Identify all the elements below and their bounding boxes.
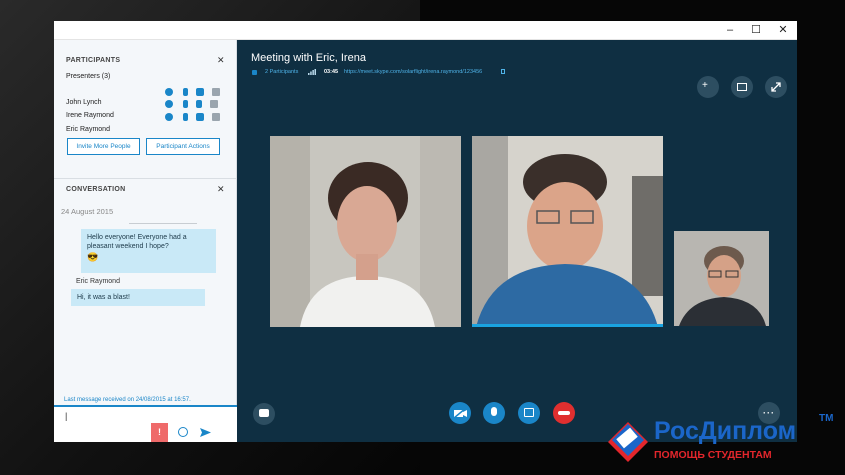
desktop: – ☐ ✕ PARTICIPANTS ✕ Presenters (3) John…: [0, 0, 845, 475]
presenters-label: Presenters (3): [66, 73, 111, 80]
participant-name[interactable]: John Lynch: [66, 99, 102, 106]
last-message-status: Last message received on 24/08/2015 at 1…: [64, 397, 191, 403]
exclamation-icon: !: [158, 427, 161, 437]
side-panel: PARTICIPANTS ✕ Presenters (3) John Lynch…: [54, 40, 237, 442]
message-text: pleasant weekend I hope?: [87, 243, 169, 250]
participant-actions-button[interactable]: Participant Actions: [146, 138, 220, 155]
title-bar: – ☐ ✕: [54, 21, 797, 40]
participants-header: PARTICIPANTS: [66, 57, 121, 64]
participant-controls-irene: [165, 113, 220, 123]
message-text: Hello everyone! Everyone had a: [87, 234, 187, 241]
message-composer: | !: [54, 405, 237, 442]
screen-share-icon[interactable]: [212, 113, 220, 121]
pause-icon[interactable]: [196, 100, 202, 108]
hang-up-button[interactable]: [553, 402, 575, 424]
signal-strength-icon: [308, 69, 316, 75]
mute-button[interactable]: [483, 402, 505, 424]
microphone-icon: [491, 407, 497, 416]
video-toggle-button[interactable]: [449, 402, 471, 424]
emoticon-icon[interactable]: [178, 427, 188, 437]
message-text: Hi, it was a blast!: [77, 294, 130, 301]
self-video: [674, 231, 769, 326]
screen-share-icon[interactable]: [212, 88, 220, 96]
sunglasses-emoji-icon: 😎: [87, 252, 99, 262]
high-importance-button[interactable]: !: [151, 423, 168, 442]
share-screen-icon: [524, 408, 534, 417]
skype-meeting-window: – ☐ ✕ PARTICIPANTS ✕ Presenters (3) John…: [54, 21, 797, 442]
expand-icon: [771, 82, 781, 92]
participant-name[interactable]: Irene Raymond: [66, 112, 114, 119]
call-timer: 03:45: [324, 69, 339, 75]
chat-bubble-icon: [259, 409, 269, 417]
video-icon[interactable]: [196, 88, 204, 96]
message-input[interactable]: |: [65, 411, 67, 421]
fullscreen-button[interactable]: [765, 76, 787, 98]
participants-icon: [252, 70, 257, 75]
video-tile-eric[interactable]: [472, 136, 663, 327]
conversation-header: CONVERSATION: [66, 186, 126, 193]
brand-tagline: ПОМОЩЬ СТУДЕНТАМ: [654, 449, 772, 461]
presenter-controls-header: [165, 88, 220, 98]
participants-count-link[interactable]: 2 Participants: [265, 69, 298, 75]
chat-icon[interactable]: [165, 100, 173, 108]
layout-button[interactable]: [731, 76, 753, 98]
meeting-title: Meeting with Eric, Irena: [251, 52, 366, 64]
diploma-logo-icon: [608, 422, 648, 462]
chat-icon[interactable]: [165, 88, 173, 96]
close-conversation-button[interactable]: ✕: [217, 184, 225, 195]
conversation-date: 24 August 2015: [61, 207, 114, 216]
copy-link-icon[interactable]: [501, 69, 505, 74]
send-icon[interactable]: [200, 428, 211, 437]
invite-more-people-button[interactable]: Invite More People: [67, 138, 140, 155]
chat-icon[interactable]: [165, 113, 173, 121]
section-divider: [54, 178, 237, 179]
video-tile-self[interactable]: [674, 231, 769, 326]
video-icon[interactable]: [196, 113, 204, 121]
participant-video: [472, 136, 663, 327]
participant-video: [270, 136, 461, 327]
mic-off-icon[interactable]: [183, 88, 188, 96]
maximize-button[interactable]: ☐: [749, 23, 763, 37]
meeting-url-link[interactable]: https://meet.skype.com/solarflight/irena…: [344, 69, 482, 75]
share-button[interactable]: [518, 402, 540, 424]
brand-name: РосДиплом: [654, 417, 797, 445]
screen-share-icon[interactable]: [210, 100, 218, 108]
video-off-icon: [454, 408, 467, 418]
close-button[interactable]: ✕: [776, 23, 790, 37]
mic-off-icon[interactable]: [183, 100, 188, 108]
chat-button[interactable]: [253, 403, 275, 425]
message-sender: Eric Raymond: [76, 278, 120, 285]
add-person-icon: +: [702, 80, 708, 91]
layout-icon: [737, 83, 747, 91]
video-tile-irena[interactable]: [270, 136, 461, 327]
message-bubble-incoming: Hello everyone! Everyone had a pleasant …: [81, 229, 216, 273]
date-separator: [129, 223, 197, 224]
end-call-icon: [558, 411, 570, 415]
trademark: TM: [819, 413, 834, 424]
participant-controls-john: [165, 100, 218, 110]
mic-icon[interactable]: [183, 113, 188, 121]
add-participant-button[interactable]: +: [697, 76, 719, 98]
message-bubble-reply: Hi, it was a blast!: [71, 289, 205, 306]
participant-name[interactable]: Eric Raymond: [66, 126, 110, 133]
meeting-stage: Meeting with Eric, Irena 2 Participants …: [237, 40, 797, 442]
close-participants-button[interactable]: ✕: [217, 55, 225, 66]
minimize-button[interactable]: –: [723, 23, 737, 37]
